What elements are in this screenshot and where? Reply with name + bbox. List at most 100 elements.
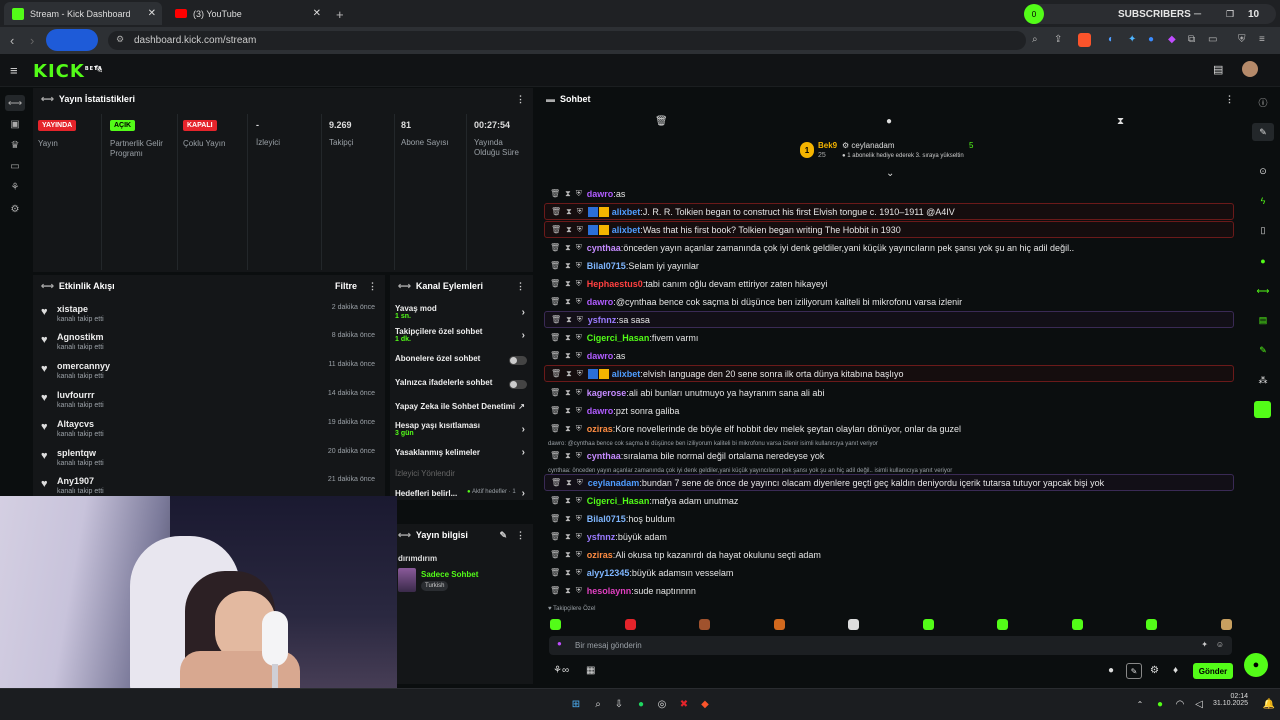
more-options-icon[interactable]: ⋮ bbox=[516, 94, 525, 105]
flash-icon[interactable]: ϟ bbox=[1256, 194, 1270, 208]
layout-icon[interactable]: ▤ bbox=[1256, 313, 1270, 327]
emote-icon[interactable] bbox=[848, 619, 859, 630]
chat-message[interactable]: 🗑 ⧗ ⛨ alixbet: Was that his first book? Tol… bbox=[544, 221, 1234, 238]
timeout-icon[interactable]: ⧗ bbox=[565, 261, 571, 271]
delete-message-icon[interactable]: 🗑 bbox=[550, 424, 560, 433]
followers-only-setting[interactable]: Takipçilere özel sohbet 1 dk. › bbox=[395, 327, 530, 343]
ban-icon[interactable]: ⛨ bbox=[577, 225, 583, 235]
extension-icon[interactable]: ✦ bbox=[1128, 34, 1136, 45]
subscribers-only-toggle[interactable] bbox=[509, 356, 527, 365]
timeout-icon[interactable]: ⧗ bbox=[566, 207, 572, 217]
dashboard-layout-icon[interactable]: ▤ bbox=[1213, 63, 1223, 76]
timeout-icon[interactable]: ⧗ bbox=[566, 315, 572, 325]
extensions-icon[interactable]: ⧉ bbox=[1188, 34, 1195, 45]
timeout-icon[interactable]: ⧗ bbox=[565, 351, 571, 361]
delete-message-icon[interactable]: 🗑 bbox=[550, 514, 560, 523]
timeout-icon[interactable]: ⧗ bbox=[565, 568, 571, 578]
share-icon[interactable]: ⇪ bbox=[1054, 34, 1062, 45]
ban-icon[interactable]: ⛨ bbox=[576, 279, 582, 289]
app-icon[interactable]: ✖ bbox=[677, 697, 691, 711]
emote-icon[interactable] bbox=[699, 619, 710, 630]
stream-icon[interactable]: ⟷ bbox=[1256, 284, 1270, 298]
chat-message[interactable]: 🗑 ⧗ ⛨ dawro: as bbox=[544, 347, 1234, 364]
delete-message-icon[interactable]: 🗑 bbox=[550, 406, 560, 415]
filter-button[interactable]: Filtre bbox=[335, 281, 357, 291]
chat-username[interactable]: alixbet bbox=[612, 207, 641, 217]
back-icon[interactable]: ‹ bbox=[10, 33, 14, 48]
settings-icon[interactable]: ⚙ bbox=[9, 203, 21, 215]
emote-icon[interactable] bbox=[773, 619, 785, 630]
ban-icon[interactable]: ⛨ bbox=[576, 351, 582, 361]
chat-message[interactable]: 🗑 ⧗ ⛨ dawro: as bbox=[544, 185, 1234, 202]
chat-bubble-icon[interactable]: ● bbox=[1256, 254, 1270, 268]
chat-message[interactable]: 🗑 ⧗ ⛨ oziras: Ali okusa tıp kazanırdı da ha… bbox=[544, 546, 1234, 563]
more-options-icon[interactable]: ⋮ bbox=[516, 530, 525, 541]
collapse-pinned-icon[interactable]: ⌄ bbox=[886, 168, 894, 179]
chat-message[interactable]: 🗑 ⧗ ⛨ Bilal0715: Selam iyi yayınlar bbox=[544, 257, 1234, 274]
edit-icon[interactable]: ✎ bbox=[499, 530, 507, 541]
vpn-icon[interactable]: ⛨ bbox=[1238, 34, 1246, 45]
ban-icon[interactable]: ⛨ bbox=[576, 189, 582, 199]
chat-message[interactable]: 🗑 ⧗ ⛨ dawro: @cynthaa bence cok saçma bi dü… bbox=[544, 293, 1234, 310]
timeout-icon[interactable]: ⧗ bbox=[565, 279, 571, 289]
timeout-icon[interactable]: ⧗ bbox=[565, 243, 571, 253]
ban-icon[interactable]: ⛨ bbox=[576, 496, 582, 506]
chat-username[interactable]: oziras bbox=[587, 550, 613, 560]
send-button[interactable]: Gönder bbox=[1193, 663, 1233, 679]
chat-username[interactable]: Bilal0715 bbox=[587, 514, 626, 524]
chat-message[interactable]: 🗑 ⧗ ⛨ kagerose: ali abi bunları unutmuyo ya… bbox=[544, 384, 1234, 401]
site-info-icon[interactable]: ⚙ bbox=[116, 34, 124, 45]
moderation-mode-icon[interactable]: ✎ bbox=[1126, 663, 1142, 679]
chat-message[interactable]: 🗑 ⧗ ⛨ cynthaa: önceden yayın açanlar zamanı… bbox=[544, 239, 1234, 256]
hourglass-icon[interactable]: ⧗ bbox=[1117, 116, 1124, 127]
more-options-icon[interactable]: ⋮ bbox=[1225, 94, 1234, 105]
info-icon[interactable]: ⓘ bbox=[1256, 95, 1270, 109]
delete-message-icon[interactable]: 🗑 bbox=[550, 189, 560, 198]
chat-message[interactable]: 🗑 ⧗ ⛨ Cigerci_Hasan: mafya adam unutmaz bbox=[544, 492, 1234, 509]
chat-username[interactable]: ysfnnz bbox=[587, 532, 616, 542]
chat-username[interactable]: Hephaestus0 bbox=[587, 279, 643, 289]
delete-message-icon[interactable]: 🗑 bbox=[550, 243, 560, 252]
ban-icon[interactable]: ⛨ bbox=[577, 369, 583, 379]
emote-icon[interactable] bbox=[550, 619, 561, 630]
more-options-icon[interactable]: ⋮ bbox=[516, 281, 525, 292]
emoji-icon[interactable]: ☺ bbox=[1216, 640, 1224, 649]
ban-icon[interactable]: ⛨ bbox=[576, 297, 582, 307]
chat-username[interactable]: Cigerci_Hasan bbox=[587, 496, 650, 506]
ai-moderation-setting[interactable]: Yapay Zeka ile Sohbet Denetimi ↗ bbox=[395, 402, 530, 414]
chat-username[interactable]: hesolaynn bbox=[587, 586, 632, 596]
tool-icon[interactable]: ✎ bbox=[1256, 343, 1270, 357]
close-tab-icon[interactable]: ✕ bbox=[313, 8, 321, 19]
timeout-icon[interactable]: ⧗ bbox=[566, 478, 572, 488]
notifications-icon[interactable]: 🔔 bbox=[1262, 697, 1276, 711]
chat-username[interactable]: Bilal0715 bbox=[587, 261, 626, 271]
chat-username[interactable]: cynthaa bbox=[587, 243, 621, 253]
search-icon[interactable]: ⌕ bbox=[591, 697, 605, 711]
tab-kick-dashboard[interactable]: Stream - Kick Dashboard ✕ bbox=[4, 2, 162, 25]
ban-icon[interactable]: ⛨ bbox=[576, 388, 582, 398]
search-icon[interactable]: ⌕ bbox=[1032, 34, 1038, 45]
chat-message[interactable]: 🗑 ⧗ ⛨ ysfnnz: sa sasa bbox=[544, 311, 1234, 328]
chat-input[interactable]: ● Bir mesaj gönderin ✦ ☺ bbox=[549, 636, 1232, 655]
more-options-icon[interactable]: ⋮ bbox=[368, 281, 377, 292]
mic-tray-icon[interactable]: ● bbox=[1153, 697, 1167, 711]
timeout-icon[interactable]: ⧗ bbox=[565, 532, 571, 542]
ban-icon[interactable]: ⛨ bbox=[576, 261, 582, 271]
delete-message-icon[interactable]: 🗑 bbox=[550, 297, 560, 306]
gift-icon[interactable]: ♦ bbox=[1173, 665, 1178, 676]
menu-icon[interactable]: ≡ bbox=[1259, 34, 1265, 45]
new-tab-icon[interactable]: + bbox=[336, 7, 344, 22]
ban-icon[interactable]: ⛨ bbox=[577, 207, 583, 217]
delete-message-icon[interactable]: 🗑 bbox=[550, 532, 560, 541]
chat-username[interactable]: cynthaa bbox=[587, 451, 621, 461]
chat-username[interactable]: dawro bbox=[587, 351, 614, 361]
ban-icon[interactable]: ⛨ bbox=[576, 550, 582, 560]
emote-icon[interactable] bbox=[624, 619, 636, 630]
delete-message-icon[interactable]: 🗑 bbox=[550, 451, 560, 460]
chat-message[interactable]: 🗑 ⧗ ⛨ alixbet: elvish language den 20 sene … bbox=[544, 365, 1234, 382]
extension-icon[interactable]: ● bbox=[1148, 34, 1154, 45]
goals-setting[interactable]: Hedefleri belirl... ● Aktif hedefler · 1… bbox=[395, 488, 530, 501]
delete-message-icon[interactable]: 🗑 bbox=[550, 388, 560, 397]
ban-icon[interactable]: ⛨ bbox=[576, 514, 582, 524]
extension-icon[interactable]: ◆ bbox=[1168, 34, 1176, 45]
